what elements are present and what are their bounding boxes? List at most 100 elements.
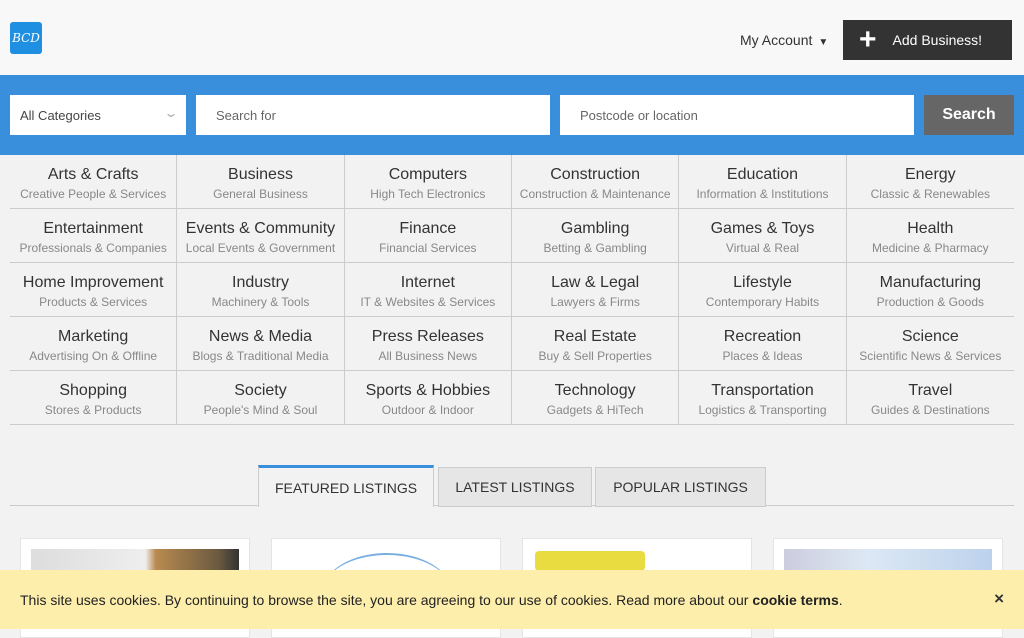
- category-item[interactable]: Entertainment Professionals & Companies: [10, 209, 178, 263]
- category-item[interactable]: Computers High Tech Electronics: [344, 155, 512, 209]
- category-item[interactable]: Education Information & Institutions: [679, 155, 847, 209]
- category-title[interactable]: Lifestyle: [679, 274, 845, 292]
- category-subtitle: IT & Websites & Services: [360, 295, 496, 309]
- category-title[interactable]: Finance: [345, 220, 511, 238]
- category-subtitle: Outdoor & Indoor: [381, 403, 474, 417]
- category-item[interactable]: Science Scientific News & Services: [846, 317, 1014, 371]
- category-item[interactable]: Business General Business: [177, 155, 345, 209]
- category-title[interactable]: Press Releases: [345, 328, 511, 346]
- category-title[interactable]: Sports & Hobbies: [345, 382, 511, 400]
- category-title[interactable]: Manufacturing: [847, 274, 1014, 292]
- category-grid: Arts & Crafts Creative People & Services B…: [10, 155, 1014, 425]
- search-input[interactable]: Search for: [196, 95, 550, 135]
- category-title[interactable]: Arts & Crafts: [10, 166, 176, 184]
- category-title[interactable]: Travel: [847, 382, 1014, 400]
- category-subtitle: Scientific News & Services: [859, 349, 1002, 363]
- category-title[interactable]: Science: [847, 328, 1014, 346]
- category-item[interactable]: Marketing Advertising On & Offline: [10, 317, 178, 371]
- category-item[interactable]: Transportation Logistics & Transporting: [679, 371, 847, 425]
- tab-featured-listings[interactable]: FEATURED LISTINGS: [258, 465, 434, 507]
- category-subtitle: High Tech Electronics: [370, 187, 486, 201]
- category-item[interactable]: Games & Toys Virtual & Real: [679, 209, 847, 263]
- category-item[interactable]: News & Media Blogs & Traditional Media: [177, 317, 345, 371]
- category-subtitle: Lawyers & Firms: [550, 295, 640, 309]
- category-item[interactable]: Sports & Hobbies Outdoor & Indoor: [344, 371, 512, 425]
- close-icon[interactable]: ×: [994, 589, 1004, 609]
- category-title[interactable]: Business: [177, 166, 343, 184]
- category-title[interactable]: Games & Toys: [679, 220, 845, 238]
- category-select[interactable]: All Categories ⌄: [10, 95, 186, 135]
- category-subtitle: People's Mind & Soul: [203, 403, 318, 417]
- category-title[interactable]: Internet: [345, 274, 511, 292]
- category-item[interactable]: Real Estate Buy & Sell Properties: [511, 317, 680, 371]
- category-title[interactable]: Transportation: [679, 382, 845, 400]
- listing-tabs: FEATURED LISTINGS LATEST LISTINGS POPULA…: [10, 465, 1014, 507]
- category-title[interactable]: News & Media: [177, 328, 343, 346]
- category-title[interactable]: Entertainment: [10, 220, 176, 238]
- plus-icon: +: [859, 23, 877, 56]
- category-item[interactable]: Finance Financial Services: [344, 209, 512, 263]
- tab-popular-listings[interactable]: POPULAR LISTINGS: [595, 467, 766, 507]
- category-title[interactable]: Shopping: [10, 382, 176, 400]
- caret-down-icon: ▼: [818, 37, 829, 48]
- category-subtitle: Gadgets & HiTech: [546, 403, 644, 417]
- category-item[interactable]: Internet IT & Websites & Services: [344, 263, 512, 317]
- category-subtitle: Products & Services: [39, 295, 148, 309]
- category-item[interactable]: Industry Machinery & Tools: [177, 263, 345, 317]
- category-subtitle: Professionals & Companies: [19, 241, 167, 255]
- logo[interactable]: BCD: [10, 22, 42, 54]
- category-title[interactable]: Education: [679, 166, 845, 184]
- category-subtitle: Blogs & Traditional Media: [192, 349, 329, 363]
- search-button[interactable]: Search: [924, 95, 1014, 135]
- category-item[interactable]: Technology Gadgets & HiTech: [511, 371, 680, 425]
- search-bar: All Categories ⌄ Search for Postcode or l…: [0, 75, 1024, 155]
- category-title[interactable]: Energy: [847, 166, 1014, 184]
- category-item[interactable]: Gambling Betting & Gambling: [511, 209, 680, 263]
- category-item[interactable]: Lifestyle Contemporary Habits: [679, 263, 847, 317]
- category-item[interactable]: Health Medicine & Pharmacy: [846, 209, 1014, 263]
- category-title[interactable]: Technology: [512, 382, 678, 400]
- category-subtitle: Local Events & Government: [185, 241, 336, 255]
- category-title[interactable]: Real Estate: [512, 328, 678, 346]
- location-input[interactable]: Postcode or location: [560, 95, 914, 135]
- my-account-menu[interactable]: My Account ▼: [740, 32, 828, 48]
- category-title[interactable]: Society: [177, 382, 343, 400]
- category-subtitle: Betting & Gambling: [543, 241, 647, 255]
- category-item[interactable]: Arts & Crafts Creative People & Services: [10, 155, 178, 209]
- category-subtitle: Classic & Renewables: [870, 187, 991, 201]
- category-title[interactable]: Law & Legal: [512, 274, 678, 292]
- category-item[interactable]: Construction Construction & Maintenance: [511, 155, 680, 209]
- category-item[interactable]: Press Releases All Business News: [344, 317, 512, 371]
- cookie-terms-link[interactable]: cookie terms: [752, 592, 838, 608]
- category-subtitle: Guides & Destinations: [870, 403, 990, 417]
- category-item[interactable]: Events & Community Local Events & Governm…: [177, 209, 345, 263]
- tab-latest-listings[interactable]: LATEST LISTINGS: [438, 467, 592, 507]
- category-item[interactable]: Travel Guides & Destinations: [846, 371, 1014, 425]
- listing-image: [535, 551, 645, 571]
- category-title[interactable]: Industry: [177, 274, 343, 292]
- cookie-text: This site uses cookies. By continuing to…: [20, 591, 749, 608]
- category-item[interactable]: Law & Legal Lawyers & Firms: [511, 263, 680, 317]
- category-title[interactable]: Marketing: [10, 328, 176, 346]
- category-subtitle: Places & Ideas: [722, 349, 803, 363]
- category-item[interactable]: Society People's Mind & Soul: [177, 371, 345, 425]
- category-item[interactable]: Energy Classic & Renewables: [846, 155, 1014, 209]
- cookie-banner: This site uses cookies. By continuing to…: [0, 570, 1024, 629]
- chevron-down-icon: ⌄: [163, 106, 179, 120]
- category-item[interactable]: Home Improvement Products & Services: [10, 263, 178, 317]
- category-title[interactable]: Computers: [345, 166, 511, 184]
- add-business-button[interactable]: + Add Business!: [843, 20, 1012, 60]
- category-title[interactable]: Events & Community: [177, 220, 343, 238]
- category-title[interactable]: Recreation: [679, 328, 845, 346]
- category-title[interactable]: Gambling: [512, 220, 678, 238]
- category-item[interactable]: Manufacturing Production & Goods: [846, 263, 1014, 317]
- category-subtitle: Buy & Sell Properties: [538, 349, 652, 363]
- category-title[interactable]: Construction: [512, 166, 678, 184]
- category-subtitle: Production & Goods: [876, 295, 985, 309]
- category-item[interactable]: Recreation Places & Ideas: [679, 317, 847, 371]
- category-subtitle: Creative People & Services: [20, 187, 167, 201]
- category-title[interactable]: Health: [847, 220, 1014, 238]
- category-item[interactable]: Shopping Stores & Products: [10, 371, 178, 425]
- add-business-label: Add Business!: [892, 32, 983, 48]
- category-title[interactable]: Home Improvement: [10, 274, 176, 292]
